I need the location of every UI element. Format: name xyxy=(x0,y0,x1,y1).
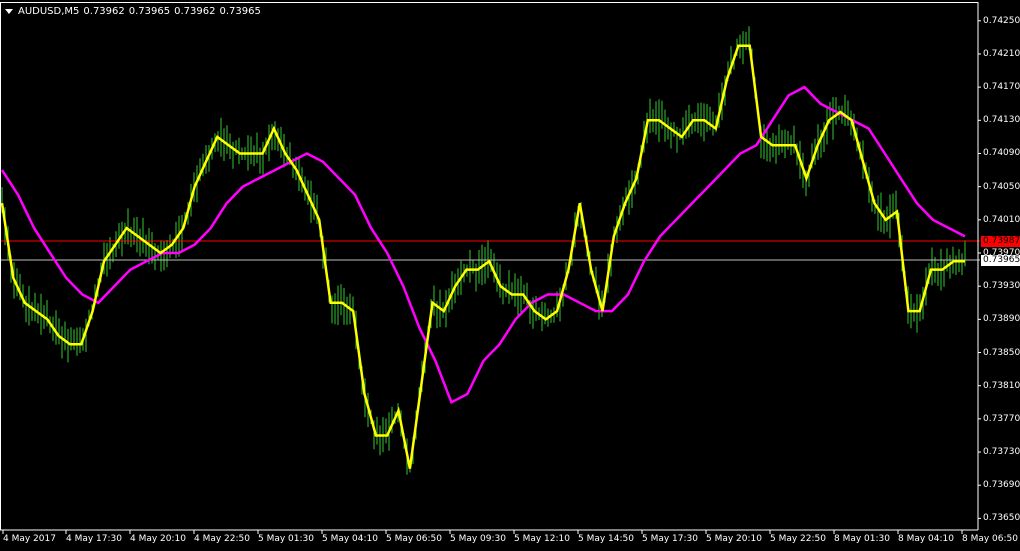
price-chart[interactable] xyxy=(0,0,1020,551)
time-axis-label: 5 May 01:30 xyxy=(258,534,314,544)
time-axis-label: 4 May 22:50 xyxy=(194,534,250,544)
price-axis-label: 0.74090 xyxy=(983,148,1020,159)
time-axis-label: 5 May 20:10 xyxy=(706,534,762,544)
bid-price-marker: 0.73987 xyxy=(981,236,1020,247)
time-axis-label: 8 May 06:50 xyxy=(962,534,1018,544)
chart-axes xyxy=(0,2,979,531)
time-axis-label: 5 May 09:30 xyxy=(450,534,506,544)
time-axis-label: 8 May 01:30 xyxy=(834,534,890,544)
time-axis-label: 5 May 17:30 xyxy=(642,534,698,544)
time-axis-label: 4 May 20:10 xyxy=(130,534,186,544)
time-axis-label: 4 May 2017 xyxy=(3,534,56,544)
price-axis-label: 0.74250 xyxy=(983,15,1020,26)
dropdown-triangle-icon[interactable] xyxy=(5,8,13,14)
time-axis-label: 5 May 04:10 xyxy=(322,534,378,544)
time-axis-label: 5 May 22:50 xyxy=(770,534,826,544)
low-price: 0.73962 xyxy=(174,5,216,17)
price-axis-label: 0.73650 xyxy=(983,513,1020,524)
price-axis-label: 0.73690 xyxy=(983,480,1020,491)
price-bars xyxy=(1,26,966,475)
fast-moving-average-line xyxy=(0,44,965,469)
price-axis-label: 0.73770 xyxy=(983,413,1020,424)
close-price: 0.73965 xyxy=(219,5,261,17)
time-axis-label: 8 May 04:10 xyxy=(898,534,954,544)
chart-window[interactable]: AUDUSD,M5 0.73962 0.73965 0.73962 0.7396… xyxy=(0,0,1020,551)
price-axis-label: 0.73850 xyxy=(983,347,1020,358)
price-axis-label: 0.74010 xyxy=(983,214,1020,225)
open-price: 0.73962 xyxy=(83,5,125,17)
high-price: 0.73965 xyxy=(128,5,171,17)
price-axis-label: 0.74050 xyxy=(983,181,1020,192)
time-axis-label: 4 May 17:30 xyxy=(66,534,122,544)
price-axis-label: 0.73930 xyxy=(983,281,1020,292)
time-axis-label: 5 May 06:50 xyxy=(386,534,442,544)
chart-header: AUDUSD,M5 0.73962 0.73965 0.73962 0.7396… xyxy=(5,4,265,18)
last-price-marker: 0.73965 xyxy=(981,255,1020,266)
time-axis-label: 5 May 14:50 xyxy=(578,534,634,544)
price-axis-label: 0.73730 xyxy=(983,447,1020,458)
price-axis-label: 0.74130 xyxy=(983,115,1020,126)
price-axis-label: 0.74210 xyxy=(983,48,1020,59)
price-axis-label: 0.73810 xyxy=(983,380,1020,391)
price-axis-label: 0.73890 xyxy=(983,314,1020,325)
price-axis-label: 0.74170 xyxy=(983,82,1020,93)
time-axis-label: 5 May 12:10 xyxy=(514,534,570,544)
symbol-timeframe: AUDUSD,M5 xyxy=(18,5,80,17)
